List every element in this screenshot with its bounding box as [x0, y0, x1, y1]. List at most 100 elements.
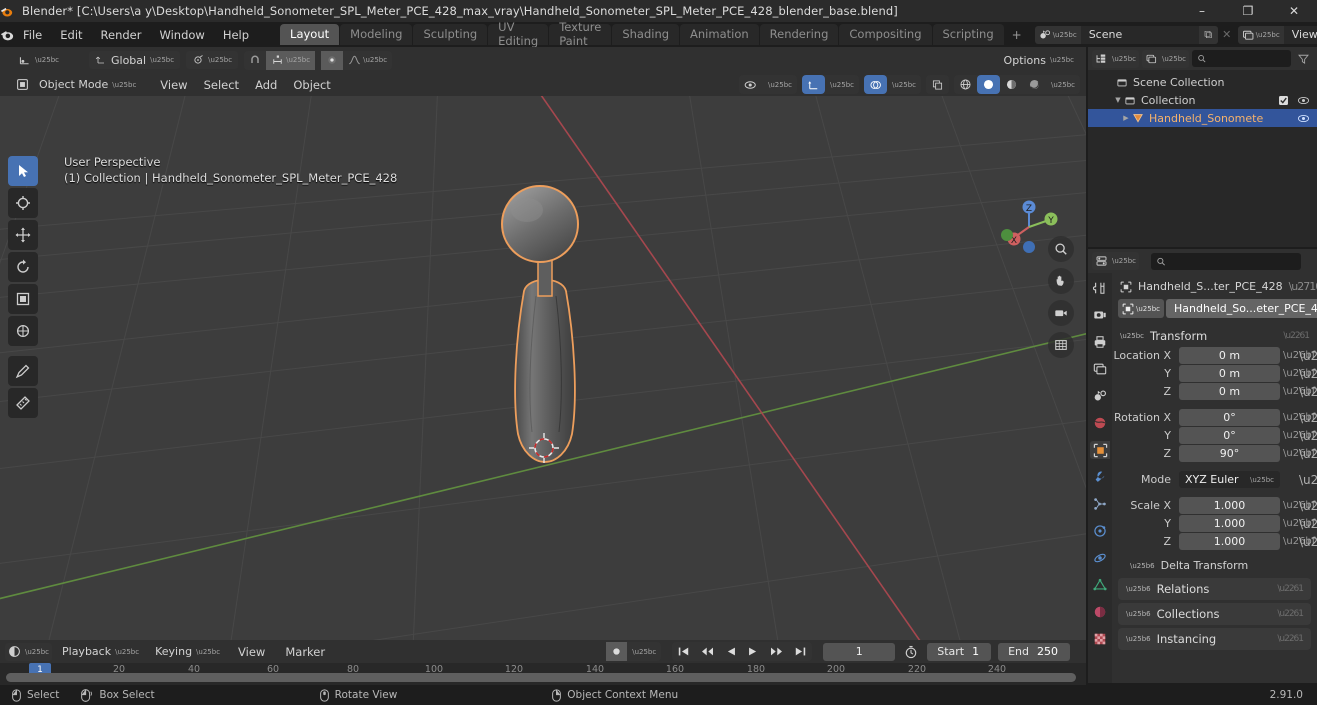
viewport-menu-object[interactable]: Object: [285, 76, 338, 94]
value-location-y[interactable]: 0 m: [1179, 365, 1280, 382]
pan-hand-icon[interactable]: [1048, 268, 1074, 294]
view-layer-browse-icon[interactable]: \u25bc: [1237, 25, 1284, 44]
lock-icon[interactable]: \u26bf: [1283, 518, 1315, 529]
menu-edit[interactable]: Edit: [51, 26, 91, 44]
shading-material-preview-icon[interactable]: [1000, 75, 1023, 94]
outliner-row-scene-collection[interactable]: Scene Collection: [1088, 73, 1317, 91]
outliner-row-collection[interactable]: ▼ Collection: [1088, 91, 1317, 109]
viewport-options-dropdown[interactable]: Options \u25bc: [998, 51, 1080, 69]
tool-select-box-icon[interactable]: [8, 156, 38, 186]
viewport-menu-select[interactable]: Select: [196, 76, 247, 94]
outliner-search-input[interactable]: [1210, 52, 1286, 65]
outliner-display-mode-icon[interactable]: \u25bc: [1142, 49, 1189, 68]
properties-tab-scene[interactable]: [1090, 387, 1110, 405]
panel-header-transform[interactable]: \u25bc Transform \u2261: [1112, 326, 1317, 346]
current-frame-field[interactable]: 1: [823, 642, 896, 661]
stopwatch-icon[interactable]: [900, 645, 922, 659]
properties-search-box[interactable]: [1151, 252, 1301, 270]
overlays-dropdown-icon[interactable]: \u25bc: [887, 75, 921, 94]
properties-tab-constraints[interactable]: [1090, 549, 1110, 567]
shading-rendered-icon[interactable]: [1023, 75, 1046, 94]
outliner-search-box[interactable]: [1192, 50, 1291, 67]
properties-tab-view-layer[interactable]: [1090, 360, 1110, 378]
panel-header-instancing[interactable]: \u25b6 Instancing \u2261: [1118, 628, 1311, 650]
prev-keyframe-icon[interactable]: [695, 642, 720, 661]
panel-header-relations[interactable]: \u25b6 Relations \u2261: [1118, 578, 1311, 600]
properties-tab-object-data[interactable]: [1090, 576, 1110, 594]
scene-new-button[interactable]: ⧉: [1198, 25, 1218, 44]
shading-wireframe-icon[interactable]: [954, 75, 977, 94]
viewport-canvas[interactable]: User Perspective (1) Collection | Handhe…: [0, 96, 1086, 640]
outliner-expand-object[interactable]: ▶: [1120, 114, 1132, 122]
properties-tab-particles[interactable]: [1090, 495, 1110, 513]
pin-icon[interactable]: \u2710: [1289, 280, 1317, 293]
properties-tab-material[interactable]: [1090, 603, 1110, 621]
maximize-button[interactable]: ❐: [1225, 0, 1271, 22]
object-name-field[interactable]: Handheld_So...eter_PCE_428: [1166, 299, 1317, 318]
properties-tab-physics[interactable]: [1090, 522, 1110, 540]
properties-tab-tool[interactable]: [1090, 279, 1110, 297]
xray-toggle-icon[interactable]: [926, 75, 949, 94]
workspace-tab-sculpting[interactable]: Sculpting: [413, 24, 488, 45]
workspace-tab-layout[interactable]: Layout: [280, 24, 340, 45]
workspace-tab-shading[interactable]: Shading: [612, 24, 680, 45]
snap-pivot-dropdown[interactable]: \u25bc: [186, 51, 239, 69]
animate-dot-icon[interactable]: \u2022: [1299, 411, 1317, 425]
lock-icon[interactable]: \u26bf: [1283, 448, 1315, 459]
animate-dot-icon[interactable]: \u2022: [1299, 517, 1317, 531]
shading-solid-icon[interactable]: [977, 75, 1000, 94]
properties-tab-modifiers[interactable]: [1090, 468, 1110, 486]
zoom-icon[interactable]: [1048, 236, 1074, 262]
view-layer-name[interactable]: View Layer: [1283, 25, 1317, 44]
value-rotation-x[interactable]: 0°: [1179, 409, 1280, 426]
outliner-expand-collection[interactable]: ▼: [1112, 96, 1124, 104]
collection-checkbox-icon[interactable]: [1278, 95, 1289, 106]
tool-scale-icon[interactable]: [8, 284, 38, 314]
properties-editor-type-icon[interactable]: \u25bc: [1092, 252, 1139, 270]
lock-icon[interactable]: \u26bf: [1283, 536, 1315, 547]
timeline-menu-view[interactable]: View: [230, 643, 273, 661]
lock-icon[interactable]: \u26bf: [1283, 350, 1315, 361]
menu-file[interactable]: File: [14, 26, 51, 44]
next-keyframe-icon[interactable]: [764, 642, 789, 661]
animate-dot-icon[interactable]: \u2022: [1299, 385, 1317, 399]
workspace-tab-texture-paint[interactable]: Texture Paint: [549, 20, 612, 48]
animate-dot-icon[interactable]: \u2022: [1299, 535, 1317, 549]
tool-transform-icon[interactable]: [8, 316, 38, 346]
timeline-menu-marker[interactable]: Marker: [277, 643, 333, 661]
properties-tab-render[interactable]: [1090, 306, 1110, 324]
gizmo-toggle-icon[interactable]: [802, 75, 825, 94]
transform-orientation-dropdown[interactable]: Global \u25bc: [89, 51, 181, 69]
snap-target-icon[interactable]: \u25bc: [266, 50, 316, 70]
value-location-x[interactable]: 0 m: [1179, 347, 1280, 364]
overlays-toggle-icon[interactable]: [864, 75, 887, 94]
shading-dropdown-icon[interactable]: \u25bc: [1046, 75, 1080, 94]
subpanel-delta-transform[interactable]: \u25b6 Delta Transform: [1112, 556, 1317, 575]
viewport-menu-view[interactable]: View: [152, 76, 195, 94]
value-rotation-mode[interactable]: XYZ Euler \u25bc: [1179, 471, 1280, 488]
animate-dot-icon[interactable]: \u2022: [1299, 367, 1317, 381]
value-location-z[interactable]: 0 m: [1179, 383, 1280, 400]
value-rotation-y[interactable]: 0°: [1179, 427, 1280, 444]
play-icon[interactable]: [742, 642, 764, 661]
menu-help[interactable]: Help: [214, 26, 258, 44]
outliner-row-object[interactable]: ▶ Handheld_Sonomete: [1088, 109, 1317, 127]
frame-start-field[interactable]: Start 1: [927, 642, 992, 661]
workspace-tab-rendering[interactable]: Rendering: [759, 24, 839, 45]
object-id-icon[interactable]: \u25bc: [1118, 299, 1164, 318]
blender-menu-icon[interactable]: [0, 28, 14, 42]
timeline-editor-type-icon[interactable]: \u25bc: [5, 642, 52, 661]
tool-annotate-icon[interactable]: [8, 356, 38, 386]
frame-end-field[interactable]: End 250: [998, 642, 1070, 661]
viewport-menu-add[interactable]: Add: [247, 76, 285, 94]
object-visibility-eye-icon[interactable]: [1297, 113, 1310, 124]
outliner-editor-type-icon[interactable]: \u25bc: [1092, 49, 1139, 68]
properties-search-input[interactable]: [1169, 255, 1296, 267]
animate-dot-icon[interactable]: \u2022: [1299, 499, 1317, 513]
orthographic-toggle-icon[interactable]: [1048, 332, 1074, 358]
lock-icon[interactable]: \u26bf: [1283, 386, 1315, 397]
panel-header-collections[interactable]: \u25b6 Collections \u2261: [1118, 603, 1311, 625]
falloff-curve-icon[interactable]: \u25bc: [343, 51, 392, 70]
value-scale-x[interactable]: 1.000: [1179, 497, 1280, 514]
value-scale-y[interactable]: 1.000: [1179, 515, 1280, 532]
